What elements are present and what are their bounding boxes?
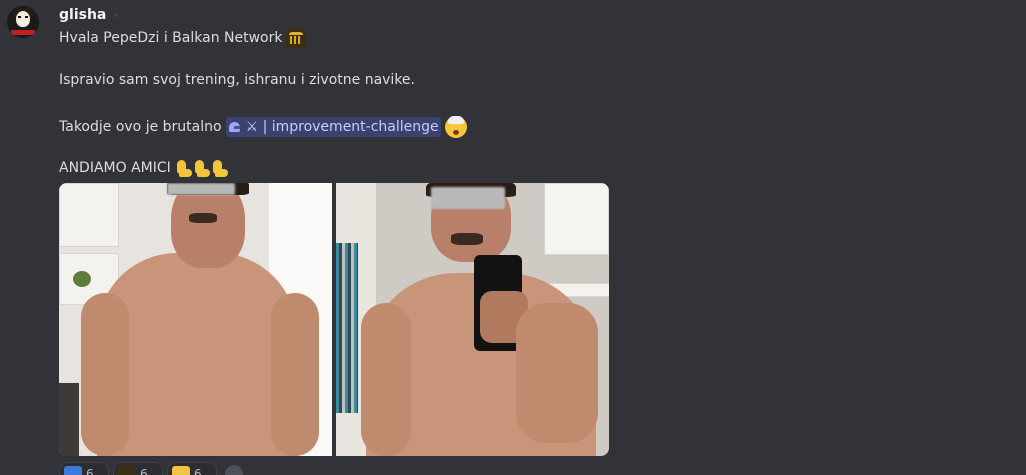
after-photo[interactable]: [336, 183, 609, 456]
timestamp-indicator: [114, 13, 119, 17]
reaction-count: 6: [140, 467, 148, 475]
reactions-bar: 6 6 6: [59, 462, 251, 475]
flexed-biceps-icon[interactable]: [175, 158, 193, 178]
message-text-3: Takodje ovo je brutalno: [59, 119, 222, 135]
username[interactable]: glisha: [59, 7, 106, 23]
reaction-count: 6: [194, 467, 202, 475]
message-text-4: ANDIAMO AMICI: [59, 160, 171, 176]
bank-icon[interactable]: [286, 28, 307, 48]
channel-mention[interactable]: ⚔ | improvement-challenge: [225, 117, 441, 137]
channel-mention-label: ⚔ | improvement-challenge: [245, 119, 439, 135]
flexed-biceps-icon[interactable]: [193, 158, 211, 178]
image-attachments: [59, 183, 609, 456]
message-text-1: Hvala PepeDzi i Balkan Network: [59, 30, 283, 46]
before-photo[interactable]: [59, 183, 332, 456]
message-header: glisha: [59, 5, 119, 25]
helmet-icon: [228, 120, 242, 134]
add-reaction-button[interactable]: [221, 462, 251, 475]
bank-icon: [118, 466, 136, 475]
message-line-2: Ispravio sam svoj trening, ishranu i ziv…: [59, 72, 415, 88]
message-text-2: Ispravio sam svoj trening, ishranu i ziv…: [59, 72, 415, 88]
message-line-3: Takodje ovo je brutalno ⚔ | improvement-…: [59, 116, 467, 138]
flexed-biceps-icon: [172, 466, 190, 475]
add-reaction-icon: [225, 465, 243, 475]
flexed-biceps-icon[interactable]: [211, 158, 229, 178]
reaction-biceps[interactable]: 6: [167, 462, 217, 475]
reaction-count: 6: [86, 467, 94, 475]
message-line-1: Hvala PepeDzi i Balkan Network: [59, 28, 307, 48]
money-heist-mask-icon: [16, 11, 30, 27]
exploding-head-icon[interactable]: [444, 116, 467, 138]
chat-message: glisha Hvala PepeDzi i Balkan Network Is…: [0, 0, 1026, 475]
reaction-w[interactable]: 6: [59, 462, 109, 475]
user-avatar[interactable]: [7, 6, 39, 38]
message-line-4: ANDIAMO AMICI: [59, 158, 229, 178]
w-emoji-icon: [64, 466, 82, 475]
reaction-bank[interactable]: 6: [113, 462, 163, 475]
